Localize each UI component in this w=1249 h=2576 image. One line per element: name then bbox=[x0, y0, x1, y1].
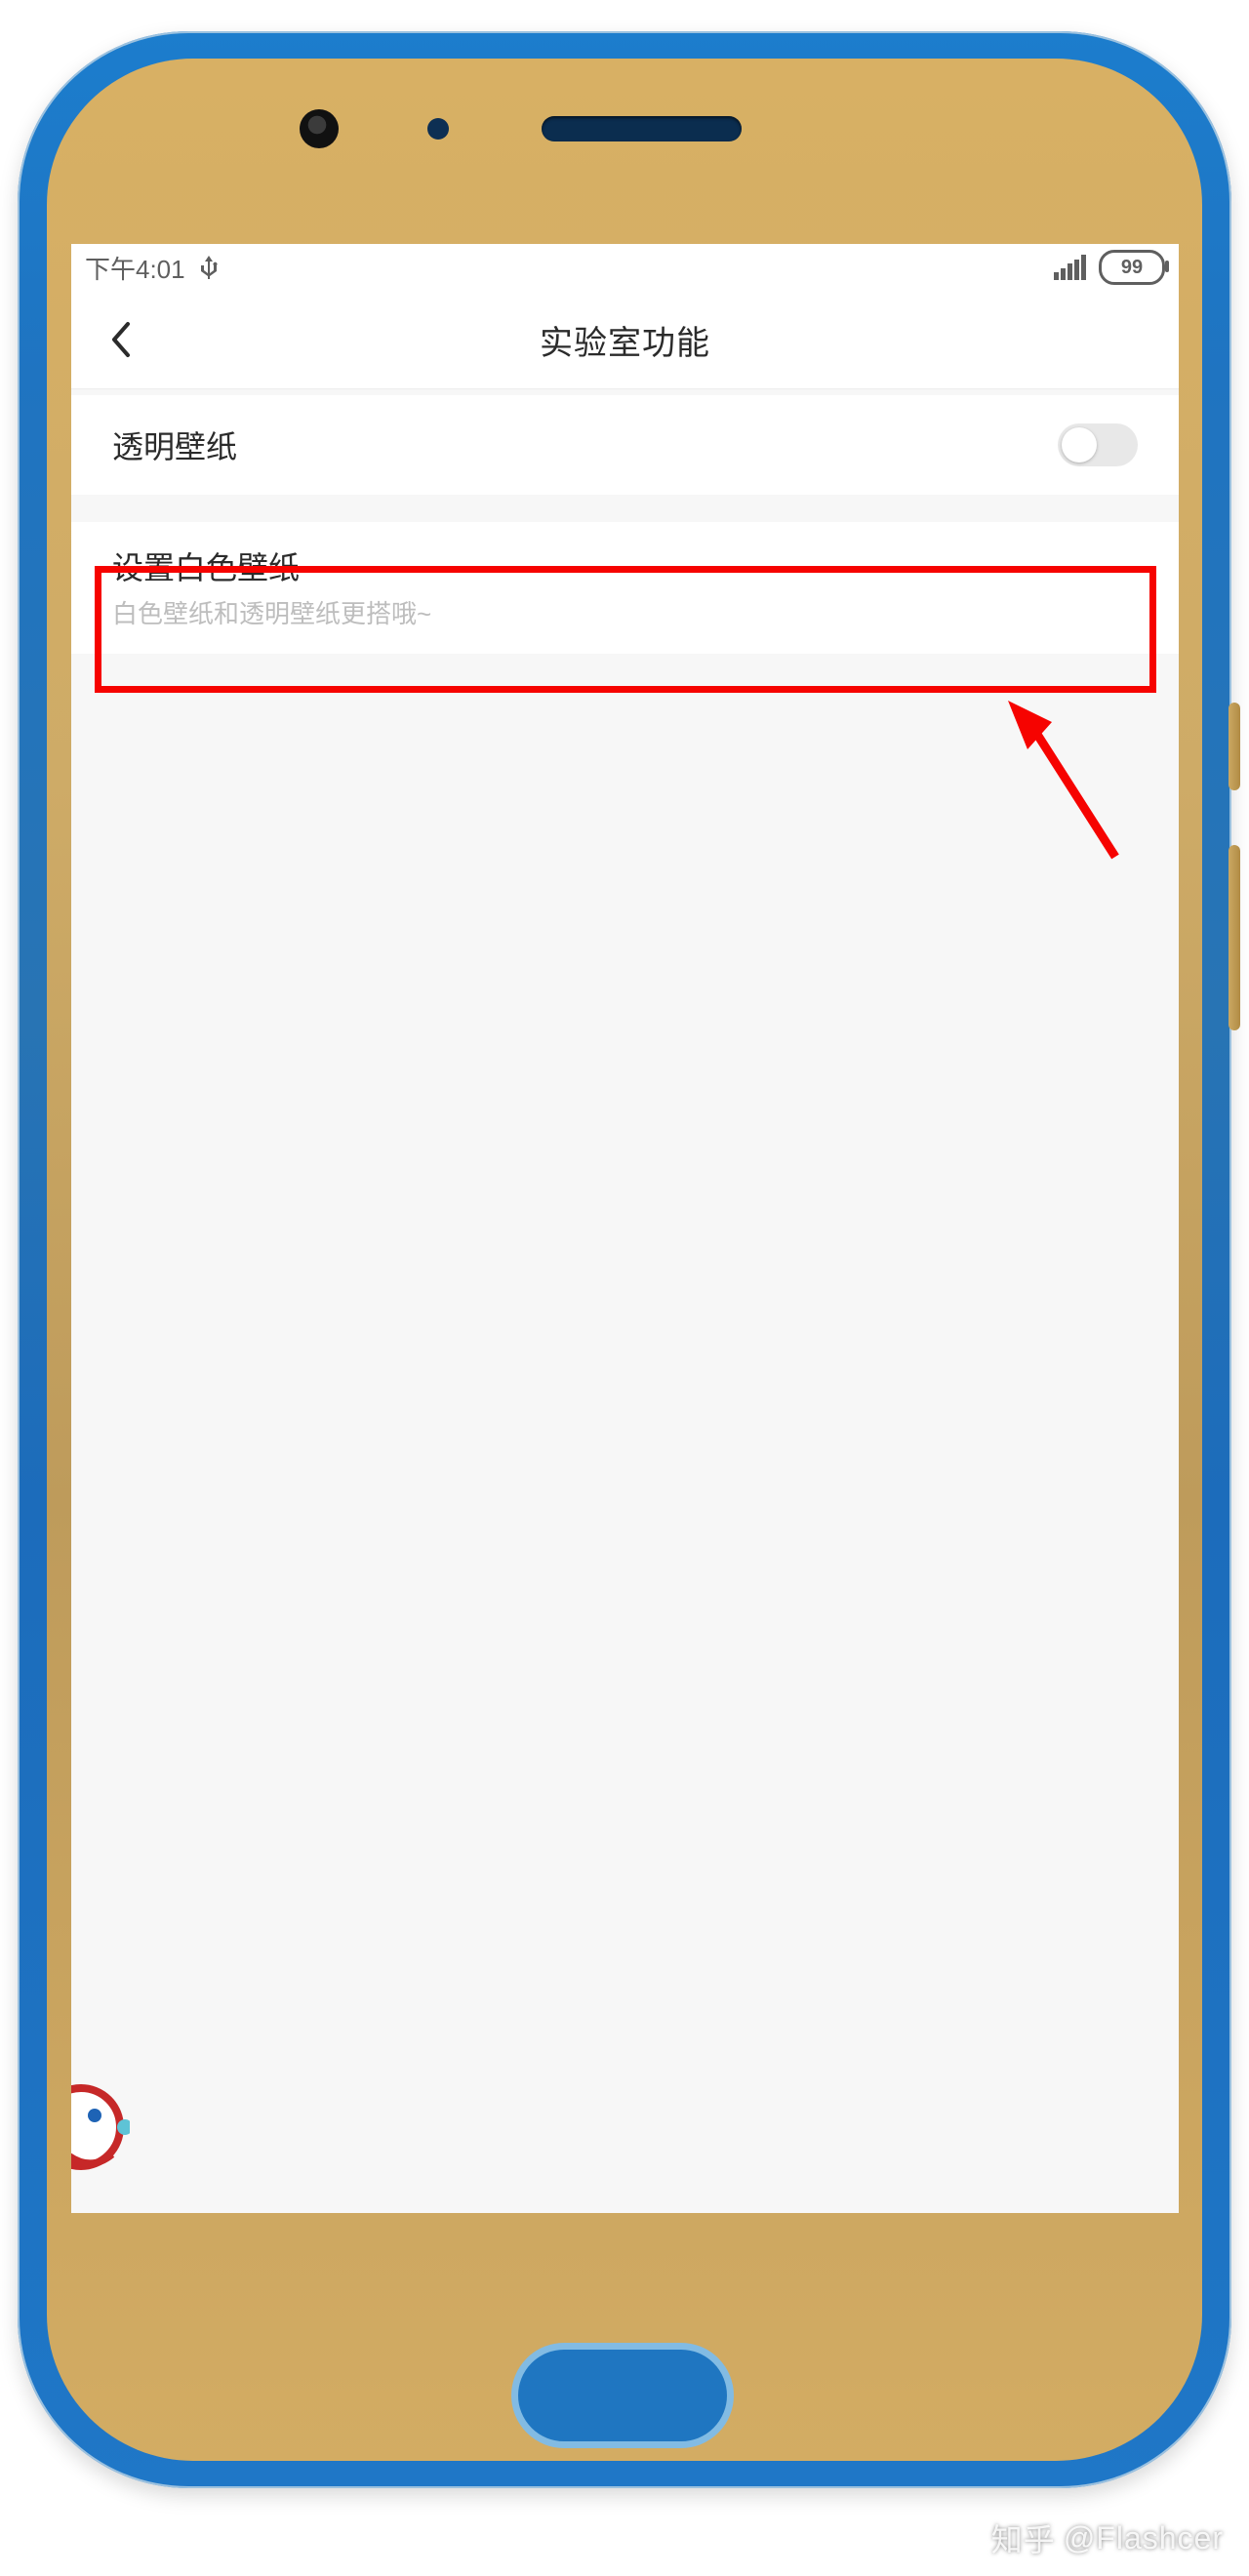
watermark-site: 知乎 bbox=[991, 2516, 1056, 2560]
volume-button bbox=[1229, 845, 1240, 1030]
usb-icon bbox=[199, 254, 219, 281]
page-title: 实验室功能 bbox=[71, 316, 1179, 364]
battery-level: 99 bbox=[1121, 257, 1143, 279]
watermark: 知乎 @Flashcer bbox=[991, 2516, 1224, 2560]
status-bar: 下午4:01 99 bbox=[71, 244, 1179, 291]
phone-screen: 下午4:01 99 bbox=[71, 244, 1179, 2213]
power-button bbox=[1229, 703, 1240, 790]
watermark-handle: @Flashcer bbox=[1064, 2520, 1224, 2556]
home-button[interactable] bbox=[511, 2343, 734, 2448]
title-bar: 实验室功能 bbox=[71, 291, 1179, 389]
annotation-highlight-box bbox=[95, 566, 1156, 693]
earpiece-speaker bbox=[542, 116, 742, 141]
status-time: 下午4:01 bbox=[85, 250, 185, 286]
back-button[interactable] bbox=[108, 320, 132, 359]
section-gap bbox=[71, 495, 1179, 522]
mascot-icon bbox=[71, 2078, 130, 2176]
annotation-arrow-icon bbox=[998, 701, 1115, 837]
battery-indicator: 99 bbox=[1099, 250, 1165, 285]
signal-icon bbox=[1054, 255, 1087, 280]
setting-row-transparent-wallpaper[interactable]: 透明壁纸 bbox=[71, 395, 1179, 495]
transparent-wallpaper-label: 透明壁纸 bbox=[112, 423, 237, 467]
front-camera bbox=[300, 109, 339, 148]
transparent-wallpaper-switch[interactable] bbox=[1058, 423, 1138, 466]
proximity-sensor bbox=[427, 118, 449, 140]
